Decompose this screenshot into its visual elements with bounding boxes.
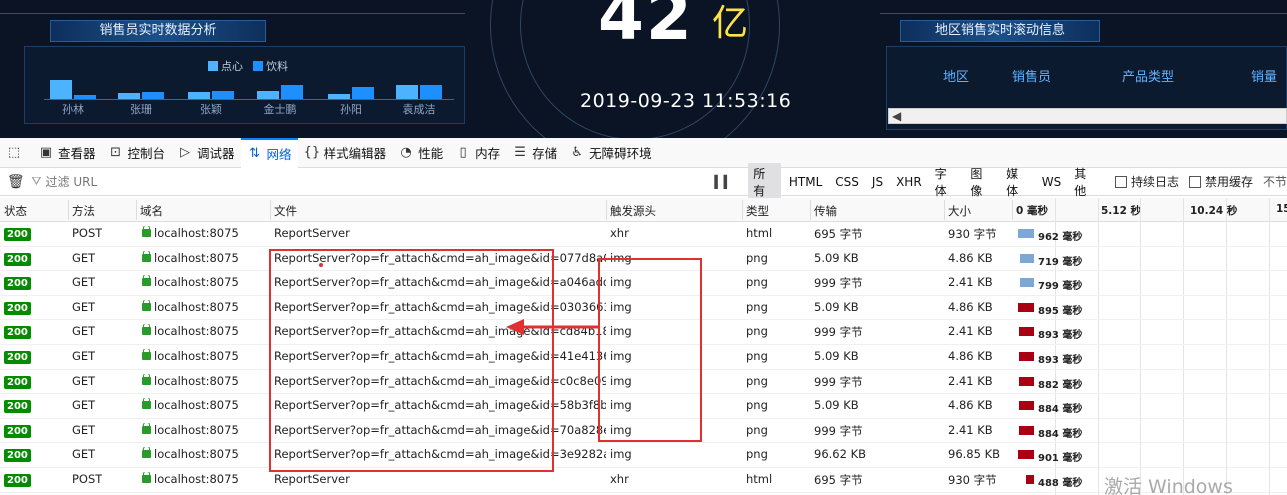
windows-activation-watermark: 激活 Windows: [1104, 476, 1233, 495]
annotation-arrow: [319, 263, 598, 335]
